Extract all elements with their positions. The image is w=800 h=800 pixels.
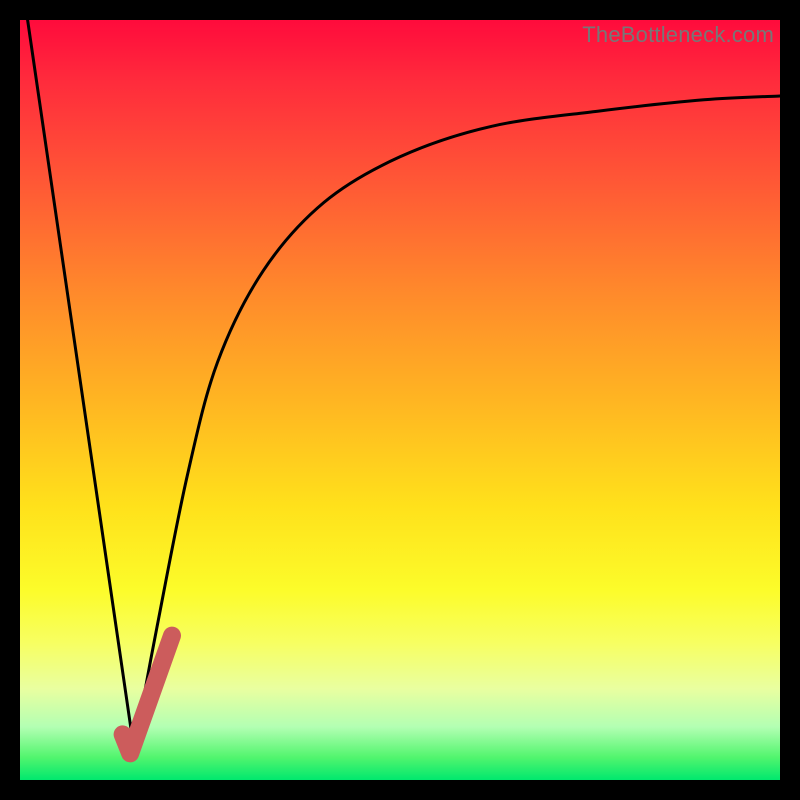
plot-area: TheBottleneck.com [20,20,780,780]
pink-hook-annotation [123,636,172,754]
curve-layer [20,20,780,780]
chart-container: TheBottleneck.com [0,0,800,800]
curve-right [134,96,780,750]
curve-left [28,20,134,750]
